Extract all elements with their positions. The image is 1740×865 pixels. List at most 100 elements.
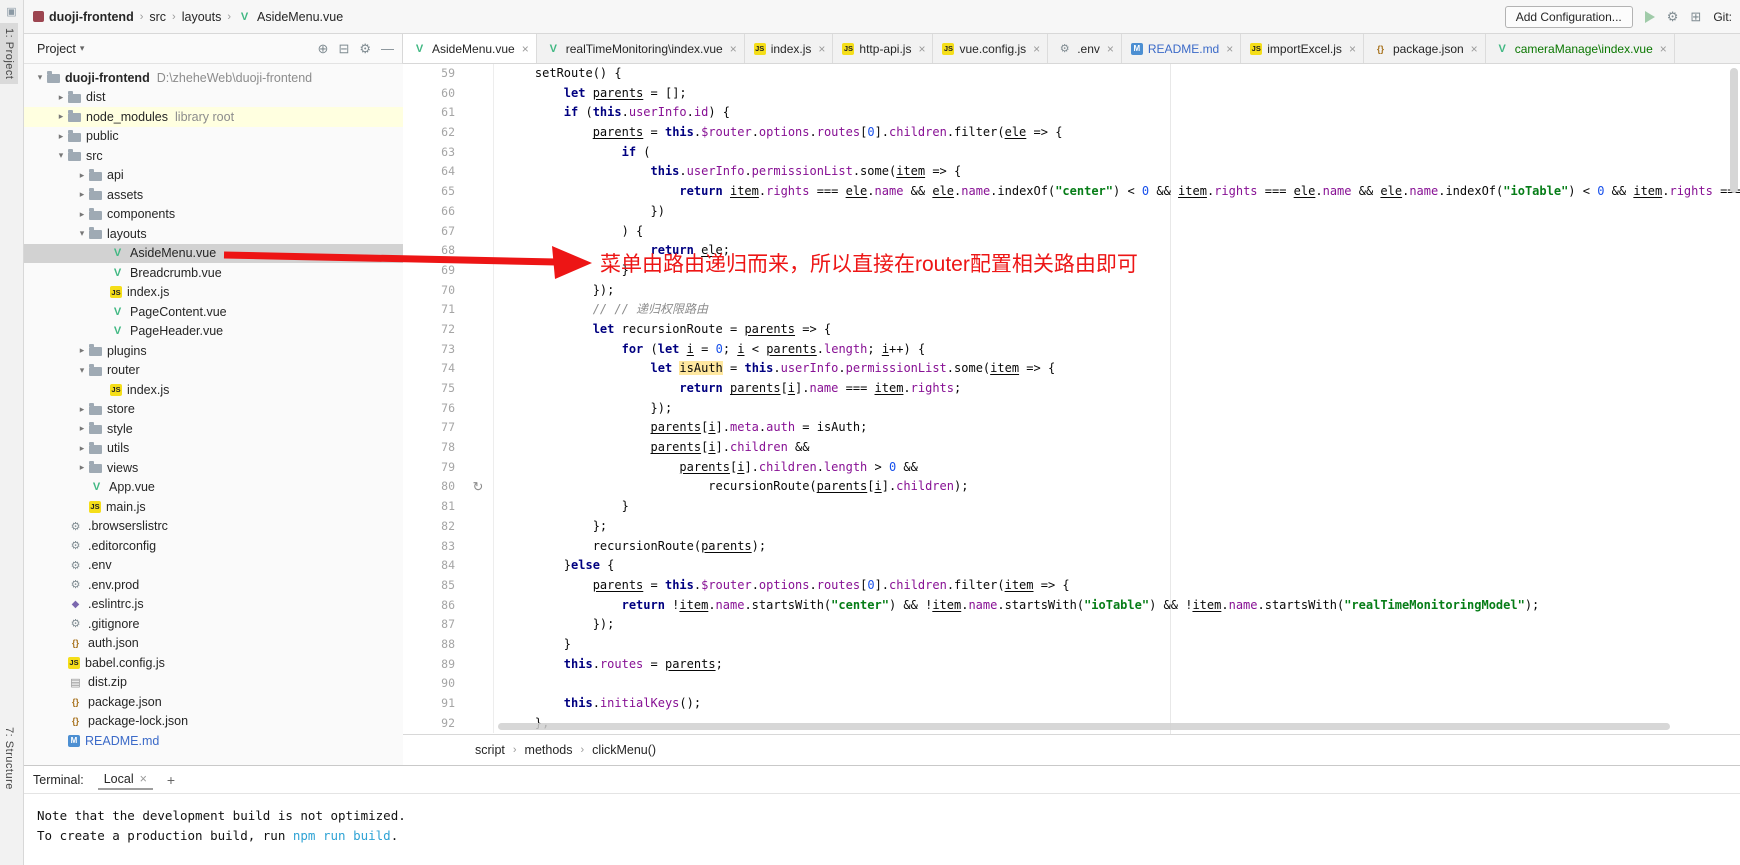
line-number[interactable]: 75: [403, 379, 463, 399]
tree-item-auth-json[interactable]: {}auth.json: [23, 634, 403, 654]
tree-item-src[interactable]: ▾src: [23, 146, 403, 166]
tree-item-plugins[interactable]: ▸plugins: [23, 341, 403, 361]
line-number[interactable]: 68: [403, 241, 463, 261]
editor-breadcrumb-item[interactable]: methods: [525, 743, 573, 757]
tree-item-index-js[interactable]: JSindex.js: [23, 283, 403, 303]
editor-tab[interactable]: VrealTimeMonitoring\index.vue×: [537, 34, 745, 63]
settings-gear-icon[interactable]: ⚙: [359, 41, 371, 57]
tree-item-layouts[interactable]: ▾layouts: [23, 224, 403, 244]
tree-item-main-js[interactable]: JSmain.js: [23, 497, 403, 517]
services-grid-icon[interactable]: ⊞: [1690, 10, 1701, 24]
line-number[interactable]: 83: [403, 537, 463, 557]
close-icon[interactable]: ×: [1349, 42, 1356, 56]
tree-item-api[interactable]: ▸api: [23, 166, 403, 186]
locate-file-icon[interactable]: ⊕: [318, 41, 329, 57]
close-icon[interactable]: ×: [1660, 42, 1667, 56]
tree-item--gitignore[interactable]: ⚙.gitignore: [23, 614, 403, 634]
close-icon[interactable]: ×: [1033, 42, 1040, 56]
tree-item-readme-md[interactable]: MREADME.md: [23, 731, 403, 751]
tree-item-babel-config-js[interactable]: JSbabel.config.js: [23, 653, 403, 673]
tree-item--env[interactable]: ⚙.env: [23, 556, 403, 576]
recursive-call-icon[interactable]: ↻: [463, 477, 494, 497]
line-number[interactable]: 70: [403, 281, 463, 301]
tree-item-assets[interactable]: ▸assets: [23, 185, 403, 205]
code-editor[interactable]: 59 setRoute() {60 let parents = [];61 if…: [403, 64, 1740, 734]
line-number[interactable]: 90: [403, 674, 463, 694]
tree-item-duoji-frontend[interactable]: ▾duoji-frontendD:\zheheWeb\duoji-fronten…: [23, 68, 403, 88]
tree-item-dist[interactable]: ▸dist: [23, 88, 403, 108]
line-number[interactable]: 79: [403, 458, 463, 478]
line-number[interactable]: 87: [403, 615, 463, 635]
line-number[interactable]: 60: [403, 84, 463, 104]
tree-item-breadcrumb-vue[interactable]: VBreadcrumb.vue: [23, 263, 403, 283]
close-icon[interactable]: ×: [140, 772, 147, 786]
tree-item-components[interactable]: ▸components: [23, 205, 403, 225]
tree-item-app-vue[interactable]: VApp.vue: [23, 478, 403, 498]
terminal-tab-local[interactable]: Local ×: [98, 769, 153, 790]
build-icon[interactable]: ⚙: [1667, 10, 1679, 24]
editor-tab[interactable]: {}package.json×: [1364, 34, 1486, 63]
run-icon[interactable]: [1645, 11, 1655, 23]
line-number[interactable]: 65: [403, 182, 463, 202]
editor-tab[interactable]: JSvue.config.js×: [933, 34, 1048, 63]
line-number[interactable]: 89: [403, 655, 463, 675]
editor-tab[interactable]: VcameraManage\index.vue×: [1486, 34, 1675, 63]
editor-tab[interactable]: ⚙.env×: [1048, 34, 1122, 63]
tree-item--env-prod[interactable]: ⚙.env.prod: [23, 575, 403, 595]
close-icon[interactable]: ×: [1226, 42, 1233, 56]
stripe-structure-button[interactable]: 7: Structure: [0, 722, 18, 795]
line-number[interactable]: 76: [403, 399, 463, 419]
editor-tab[interactable]: VAsideMenu.vue×: [403, 34, 537, 64]
close-icon[interactable]: ×: [730, 42, 737, 56]
close-icon[interactable]: ×: [1471, 42, 1478, 56]
close-icon[interactable]: ×: [1107, 42, 1114, 56]
tree-item-node-modules[interactable]: ▸node_moduleslibrary root: [23, 107, 403, 127]
tree-item--browserslistrc[interactable]: ⚙.browserslistrc: [23, 517, 403, 537]
editor-breadcrumb-item[interactable]: script: [475, 743, 505, 757]
close-icon[interactable]: ×: [918, 42, 925, 56]
editor-breadcrumb-item[interactable]: clickMenu(): [592, 743, 656, 757]
tree-item-index-js[interactable]: JSindex.js: [23, 380, 403, 400]
tree-item-pageheader-vue[interactable]: VPageHeader.vue: [23, 322, 403, 342]
tree-item--editorconfig[interactable]: ⚙.editorconfig: [23, 536, 403, 556]
new-terminal-icon[interactable]: +: [167, 772, 175, 788]
tree-item-router[interactable]: ▾router: [23, 361, 403, 381]
project-pane-title[interactable]: Project: [37, 42, 76, 56]
line-number[interactable]: 61: [403, 103, 463, 123]
line-number[interactable]: 92: [403, 714, 463, 734]
breadcrumb-item[interactable]: VAsideMenu.vue: [237, 10, 343, 24]
tree-item-package-json[interactable]: {}package.json: [23, 692, 403, 712]
tree-item-views[interactable]: ▸views: [23, 458, 403, 478]
breadcrumb-item[interactable]: src: [149, 10, 166, 24]
stripe-project-button[interactable]: 1: Project: [0, 23, 18, 84]
close-icon[interactable]: ×: [818, 42, 825, 56]
tree-item-asidemenu-vue[interactable]: VAsideMenu.vue: [23, 244, 403, 264]
line-number[interactable]: 63: [403, 143, 463, 163]
line-number[interactable]: 86: [403, 596, 463, 616]
line-number[interactable]: 74: [403, 359, 463, 379]
line-number[interactable]: 59: [403, 64, 463, 84]
editor-tab[interactable]: MREADME.md×: [1122, 34, 1241, 63]
line-number[interactable]: 81: [403, 497, 463, 517]
horizontal-scrollbar[interactable]: [498, 723, 1670, 730]
tree-item-package-lock-json[interactable]: {}package-lock.json: [23, 712, 403, 732]
line-number[interactable]: 62: [403, 123, 463, 143]
line-number[interactable]: 85: [403, 576, 463, 596]
tree-item-utils[interactable]: ▸utils: [23, 439, 403, 459]
tree-item-dist-zip[interactable]: ▤dist.zip: [23, 673, 403, 693]
project-tool-icon[interactable]: ▣: [4, 6, 19, 19]
line-number[interactable]: 71: [403, 300, 463, 320]
add-configuration-button[interactable]: Add Configuration...: [1505, 6, 1633, 28]
line-number[interactable]: 82: [403, 517, 463, 537]
editor-tab[interactable]: JSindex.js×: [745, 34, 834, 63]
line-number[interactable]: 84: [403, 556, 463, 576]
line-number[interactable]: 66: [403, 202, 463, 222]
line-number[interactable]: 64: [403, 162, 463, 182]
tree-item--eslintrc-js[interactable]: ◆.eslintrc.js: [23, 595, 403, 615]
line-number[interactable]: 69: [403, 261, 463, 281]
breadcrumb-item[interactable]: duoji-frontend: [33, 10, 134, 24]
chevron-down-icon[interactable]: ▾: [80, 43, 85, 54]
line-number[interactable]: 73: [403, 340, 463, 360]
breadcrumb-item[interactable]: layouts: [182, 10, 222, 24]
editor-tab[interactable]: JShttp-api.js×: [833, 34, 933, 63]
